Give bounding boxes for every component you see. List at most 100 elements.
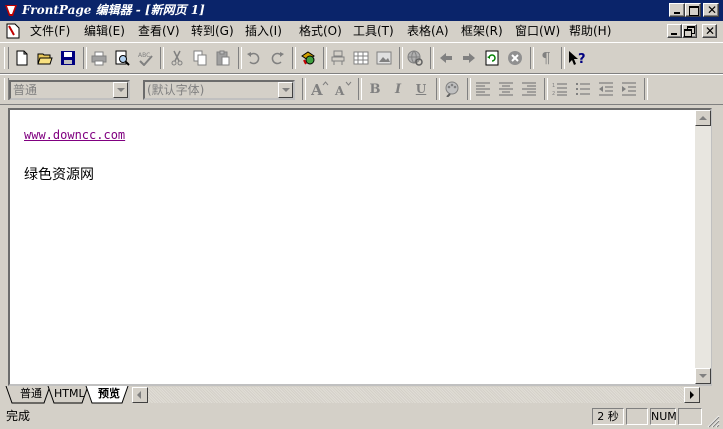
show-all-button[interactable]: ¶: [535, 47, 557, 69]
view-tabs-row: 普通 HTML 预览: [0, 386, 723, 404]
menu-tools[interactable]: 工具(T): [353, 24, 394, 38]
toolbar-grip[interactable]: [4, 47, 9, 69]
title-bar[interactable]: FrontPage 编辑器 - [新网页 1] ✕: [0, 0, 723, 21]
italic-button[interactable]: I: [387, 78, 409, 100]
increase-indent-button[interactable]: [618, 78, 640, 100]
text-color-button[interactable]: [441, 78, 463, 100]
menu-table[interactable]: 表格(A): [407, 24, 449, 38]
redo-button[interactable]: [266, 47, 288, 69]
printer-icon: [91, 51, 107, 66]
minimize-button[interactable]: [669, 3, 685, 17]
arrow-right-icon: [463, 53, 475, 63]
back-button[interactable]: [435, 47, 457, 69]
menu-goto[interactable]: 转到(G): [191, 24, 234, 38]
scroll-right-button[interactable]: [684, 387, 700, 403]
minimize-icon: [671, 33, 677, 35]
menu-edit[interactable]: 编辑(E): [84, 24, 125, 38]
forward-button[interactable]: [458, 47, 480, 69]
menu-help[interactable]: 帮助(H): [569, 24, 611, 38]
chevron-down-icon[interactable]: [278, 82, 293, 98]
close-button[interactable]: ✕: [703, 3, 719, 17]
context-help-icon: ?: [569, 51, 586, 66]
cut-button[interactable]: [166, 47, 188, 69]
show-explorer-button[interactable]: [297, 47, 319, 69]
explorer-icon: [301, 51, 315, 65]
align-left-icon: [476, 82, 490, 96]
new-button[interactable]: [11, 47, 33, 69]
decrease-font-button[interactable]: A: [332, 78, 354, 100]
hyperlink-button[interactable]: [404, 47, 426, 69]
menu-window[interactable]: 窗口(W): [515, 24, 560, 38]
svg-text:A: A: [334, 84, 345, 97]
decrease-indent-button[interactable]: [595, 78, 617, 100]
image-icon: [376, 51, 392, 65]
svg-text:ABC: ABC: [138, 52, 150, 59]
tab-preview[interactable]: 预览: [92, 386, 126, 402]
tab-html[interactable]: HTML: [54, 386, 85, 402]
spelling-button[interactable]: ABC: [134, 47, 156, 69]
document-icon[interactable]: [6, 23, 20, 39]
menu-format[interactable]: 格式(O): [299, 24, 342, 38]
tab-normal[interactable]: 普通: [14, 386, 48, 402]
insert-table-button[interactable]: [350, 47, 372, 69]
font-size-decrease-icon: A: [334, 81, 352, 97]
status-bar: 完成 2 秒 NUM: [0, 404, 723, 429]
insert-webbot-button[interactable]: [327, 47, 349, 69]
menu-view[interactable]: 查看(V): [138, 24, 180, 38]
editor-area[interactable]: www.downcc.com 绿色资源网: [8, 108, 712, 386]
numbered-list-icon: 12: [552, 83, 567, 96]
style-select[interactable]: 普通: [9, 80, 130, 100]
print-button[interactable]: [88, 47, 110, 69]
floppy-disk-icon: [61, 51, 75, 65]
open-button[interactable]: [34, 47, 56, 69]
vertical-scrollbar[interactable]: [695, 110, 711, 384]
menu-bar: 文件(F) 编辑(E) 查看(V) 转到(G) 插入(I) 格式(O) 工具(T…: [0, 21, 723, 41]
doc-minimize-button[interactable]: [667, 24, 682, 38]
align-right-button[interactable]: [518, 78, 540, 100]
horizontal-scrollbar[interactable]: [132, 387, 700, 403]
undo-icon: [247, 52, 260, 65]
maximize-button[interactable]: [685, 3, 701, 17]
print-preview-button[interactable]: [111, 47, 133, 69]
scroll-down-button[interactable]: [695, 368, 711, 384]
body-text[interactable]: 绿色资源网: [24, 164, 94, 184]
menu-frame[interactable]: 框架(R): [461, 24, 503, 38]
stop-button[interactable]: [504, 47, 526, 69]
refresh-button[interactable]: [481, 47, 503, 69]
numbered-list-button[interactable]: 12: [549, 78, 571, 100]
resize-grip-icon[interactable]: [707, 415, 720, 428]
frontpage-logo-icon[interactable]: [3, 3, 19, 18]
align-right-icon: [522, 82, 536, 96]
doc-close-button[interactable]: ✕: [702, 24, 717, 38]
scroll-up-button[interactable]: [695, 110, 711, 126]
underline-button[interactable]: U: [410, 78, 432, 100]
scroll-left-button[interactable]: [132, 387, 148, 403]
globe-link-icon: [407, 50, 423, 66]
maximize-icon: [689, 6, 699, 16]
paste-button[interactable]: [212, 47, 234, 69]
outdent-icon: [599, 82, 613, 96]
bullet-list-icon: [576, 83, 590, 95]
insert-image-button[interactable]: [373, 47, 395, 69]
doc-restore-button[interactable]: [682, 24, 697, 38]
bold-button[interactable]: B: [364, 78, 386, 100]
close-icon: ✕: [707, 3, 718, 17]
save-button[interactable]: [57, 47, 79, 69]
align-center-button[interactable]: [495, 78, 517, 100]
font-select[interactable]: (默认字体): [143, 80, 295, 100]
copy-button[interactable]: [189, 47, 211, 69]
svg-text:A: A: [311, 81, 323, 97]
undo-button[interactable]: [243, 47, 265, 69]
svg-text:1: 1: [552, 83, 555, 89]
help-button[interactable]: ?: [566, 47, 588, 69]
style-select-value: 普通: [13, 83, 38, 97]
increase-font-button[interactable]: A: [309, 78, 331, 100]
menu-file[interactable]: 文件(F): [30, 24, 70, 38]
hyperlink-text[interactable]: www.downcc.com: [24, 128, 125, 142]
align-left-button[interactable]: [472, 78, 494, 100]
bold-icon: B: [369, 81, 381, 97]
bullet-list-button[interactable]: [572, 78, 594, 100]
menu-insert[interactable]: 插入(I): [245, 24, 282, 38]
format-toolbar: 普通 (默认字体) A A B I U 12: [0, 74, 723, 105]
chevron-down-icon[interactable]: [113, 82, 128, 98]
